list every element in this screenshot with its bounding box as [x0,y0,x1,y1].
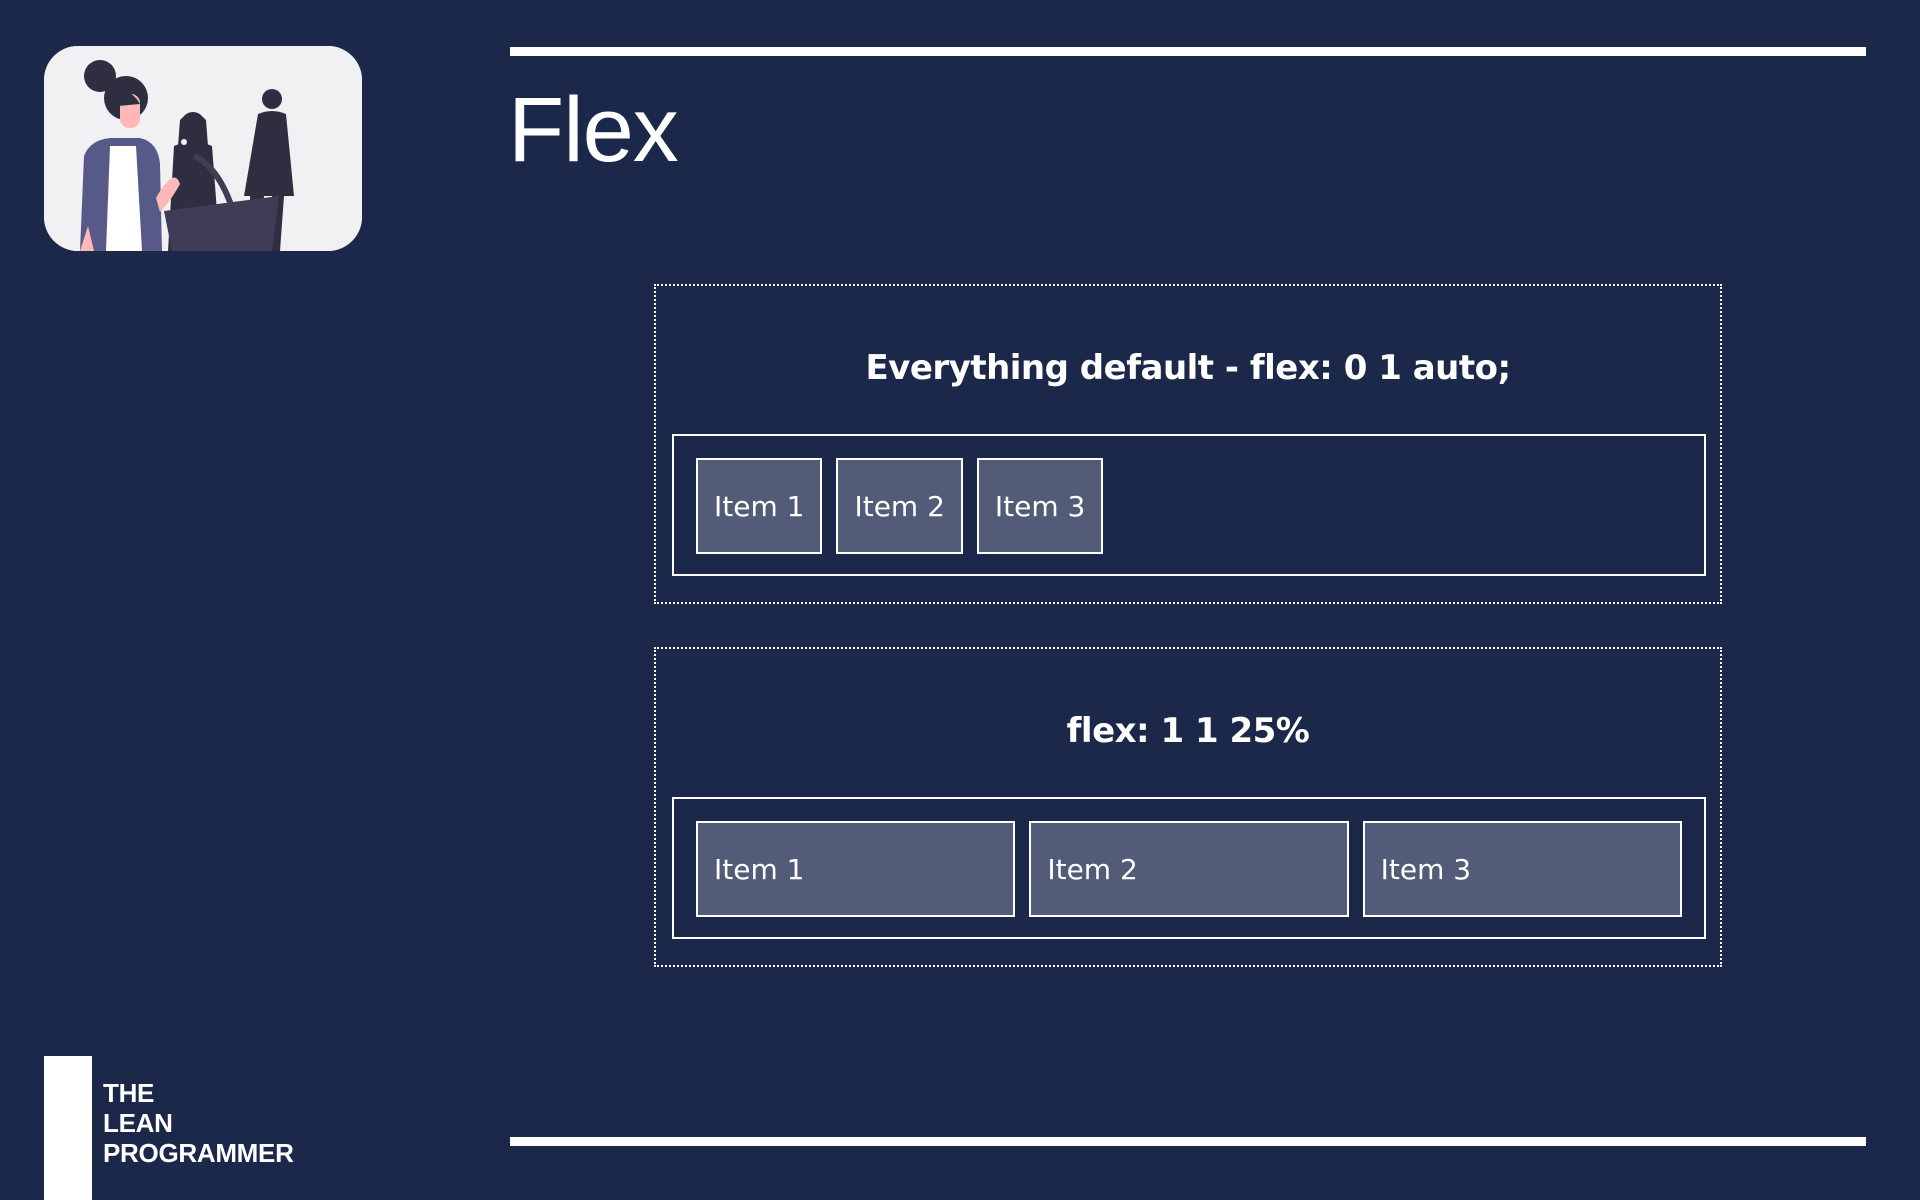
demo-flex-25: flex: 1 1 25% Item 1 Item 2 Item 3 [654,647,1722,967]
brand-line: LEAN [103,1108,173,1138]
brand-line: THE [103,1078,155,1108]
demo-heading: Everything default - flex: 0 1 auto; [865,348,1511,388]
brand-logo-text: THE LEAN PROGRAMMER [103,1078,294,1168]
flex-item: Item 2 [836,458,963,554]
demo-heading: flex: 1 1 25% [1066,711,1310,751]
hero-illustration [44,46,362,251]
people-presentation-icon [44,46,362,251]
flex-item: Item 2 [1029,821,1349,917]
flex-container: Item 1 Item 2 Item 3 [672,797,1706,939]
flex-item: Item 3 [976,458,1104,554]
brand-bar [44,1056,92,1200]
flex-item: Item 1 [696,821,1016,917]
top-divider [510,47,1866,56]
demo-default-flex: Everything default - flex: 0 1 auto; Ite… [654,284,1722,604]
brand-line: PROGRAMMER [103,1138,294,1168]
flex-container: Item 1 Item 2 Item 3 [672,434,1706,576]
page-title: Flex [508,79,679,181]
flex-item: Item 1 [696,458,823,554]
bottom-divider [510,1137,1866,1146]
flex-item: Item 3 [1362,821,1682,917]
